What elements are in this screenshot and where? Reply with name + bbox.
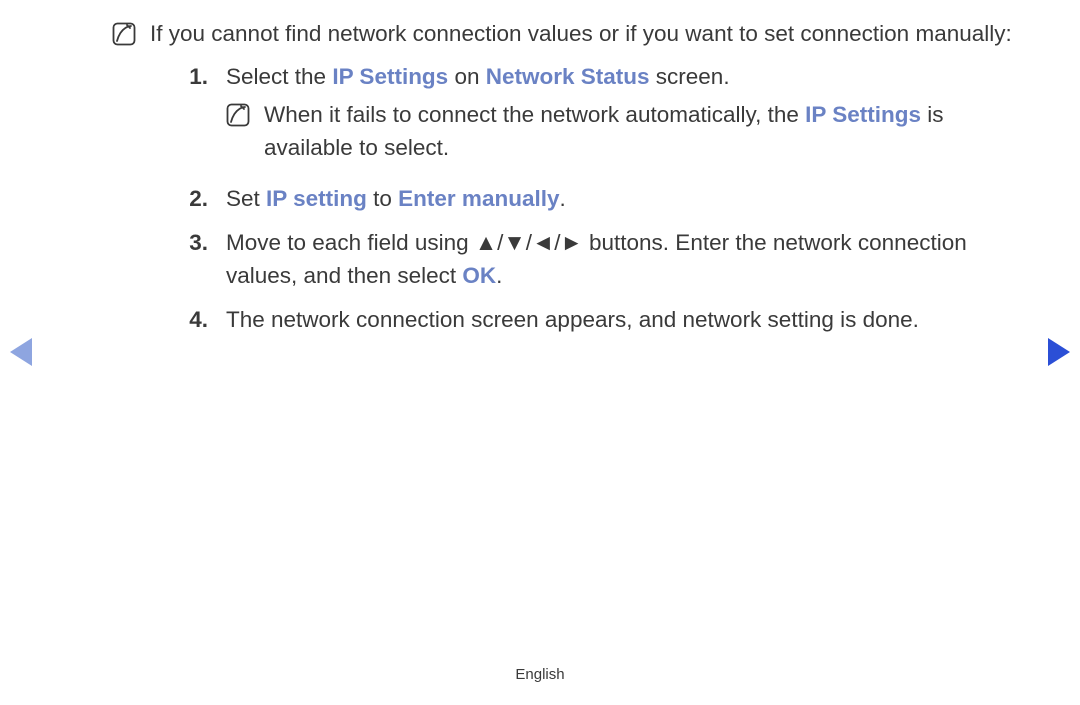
step-3-marker: 3. [170, 227, 226, 260]
step-2-body: Set IP setting to Enter manually. [226, 183, 1012, 216]
step-4: 4. The network connection screen appears… [170, 304, 1012, 337]
step-1: 1. Select the IP Settings on Network Sta… [170, 61, 1012, 171]
step-3: 3. Move to each field using ▲/▼/◄/► butt… [170, 227, 1012, 292]
ok-label: OK [462, 263, 496, 288]
step-1-subnote: When it fails to connect the network aut… [226, 99, 1012, 164]
step-4-body: The network connection screen appears, a… [226, 304, 1012, 337]
intro-note-row: If you cannot find network connection va… [112, 18, 1012, 51]
network-status-label: Network Status [486, 64, 650, 89]
step-1-text: Select the IP Settings on Network Status… [226, 64, 730, 89]
step-3-body: Move to each field using ▲/▼/◄/► buttons… [226, 227, 1012, 292]
ip-setting-label: IP setting [266, 186, 367, 211]
next-page-arrow-icon[interactable] [1048, 338, 1070, 366]
step-2: 2. Set IP setting to Enter manually. [170, 183, 1012, 216]
step-1-marker: 1. [170, 61, 226, 94]
enter-manually-label: Enter manually [398, 186, 559, 211]
ip-settings-label-2: IP Settings [805, 102, 921, 127]
intro-text: If you cannot find network connection va… [150, 18, 1012, 51]
ip-settings-label: IP Settings [332, 64, 448, 89]
step-2-marker: 2. [170, 183, 226, 216]
prev-page-arrow-icon[interactable] [10, 338, 32, 366]
step-1-subnote-text: When it fails to connect the network aut… [264, 99, 1012, 164]
step-4-marker: 4. [170, 304, 226, 337]
instruction-list: 1. Select the IP Settings on Network Sta… [112, 61, 1012, 337]
direction-buttons-icon: ▲/▼/◄/► [475, 230, 583, 255]
content-block: If you cannot find network connection va… [112, 18, 1012, 349]
step-1-body: Select the IP Settings on Network Status… [226, 61, 1012, 171]
note-icon [226, 103, 250, 127]
note-icon [112, 22, 136, 46]
footer-language: English [0, 666, 1080, 683]
